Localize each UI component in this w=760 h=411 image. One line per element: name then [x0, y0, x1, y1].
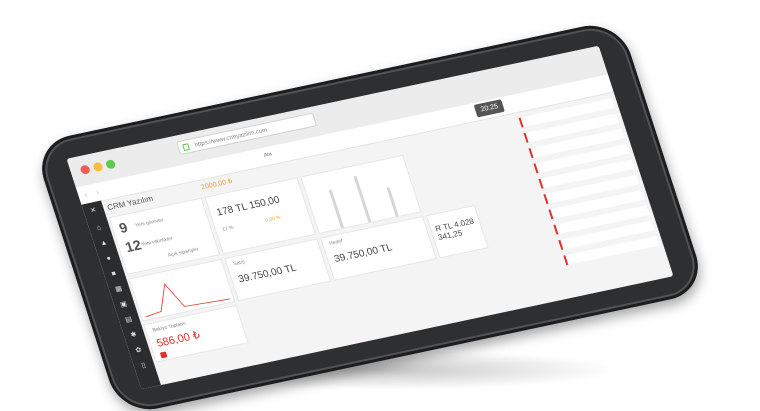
chart-bar	[328, 189, 345, 229]
sales-label: Satış	[232, 259, 246, 268]
clock-badge: 20:25	[474, 99, 506, 118]
target-label: Hedef	[328, 238, 344, 247]
mid-value: 178 TL 150,00	[215, 194, 282, 219]
stat-label-events: Yeni etkinlikler	[140, 235, 174, 248]
folder-icon[interactable]: ■	[108, 269, 120, 279]
close-icon[interactable]: ✕	[88, 206, 100, 216]
percent-a: 17 %	[221, 224, 235, 233]
scene: https://www.crmyazilim.com ‹ › Ara 20:25…	[0, 0, 760, 411]
search-label[interactable]: Ara	[263, 151, 272, 158]
settings-icon[interactable]: ✿	[133, 345, 145, 355]
calendar-icon[interactable]: ▦	[113, 284, 125, 294]
tablet-screen: https://www.crmyazilim.com ‹ › Ara 20:25…	[66, 45, 674, 390]
stat-value-tasks: 9	[116, 219, 130, 236]
stat-value-events: 12	[123, 236, 144, 256]
close-window-button[interactable]	[79, 164, 91, 175]
home-icon[interactable]: ⌂	[93, 223, 105, 233]
address-url: https://www.crmyazilim.com	[194, 127, 269, 149]
user-icon[interactable]: ●	[103, 253, 115, 263]
file-icon[interactable]: ▯	[138, 361, 150, 371]
tablet-device: https://www.crmyazilim.com ‹ › Ara 20:25…	[32, 18, 708, 411]
minimize-window-button[interactable]	[92, 161, 104, 173]
sales-value: 39.750,00 TL	[237, 262, 298, 286]
balance-action-button[interactable]	[159, 351, 168, 359]
percent-b: 0,00 %	[264, 214, 282, 224]
document-icon[interactable]: ▤	[123, 315, 135, 325]
open-orders-label: Açık siparişler	[167, 246, 200, 259]
target-value: 39.750,00 TL	[332, 242, 394, 266]
back-icon[interactable]: ‹	[83, 190, 88, 199]
box-icon[interactable]: ▣	[118, 299, 130, 309]
chart-bar	[353, 175, 372, 223]
stat-label-tasks: Yeni görevler	[134, 217, 165, 229]
forward-icon[interactable]: ›	[95, 188, 100, 197]
chart-icon[interactable]: ▲	[98, 238, 110, 248]
maximize-window-button[interactable]	[104, 159, 117, 170]
total-value: R TL 4.028 341,25	[434, 216, 476, 243]
chart-bar	[386, 187, 399, 217]
total-card: R TL 4.028 341,25	[425, 204, 489, 259]
lock-icon	[182, 143, 191, 152]
gear-icon[interactable]: ✱	[128, 330, 140, 340]
